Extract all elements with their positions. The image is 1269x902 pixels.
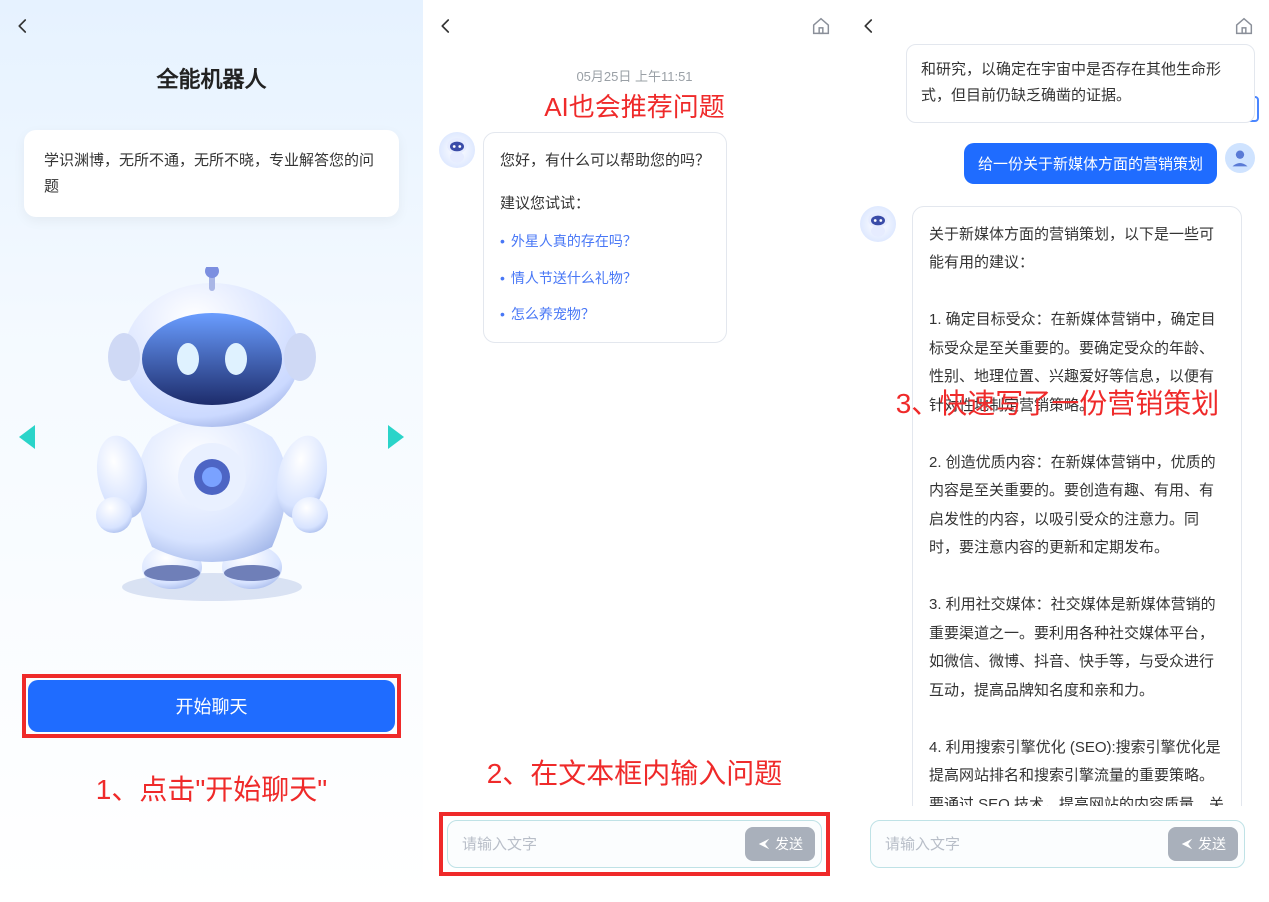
bot-bubble: 您好，有什么可以帮助您的吗？ 建议您试试： 外星人真的存在吗？ 情人节送什么礼物… [483, 132, 727, 343]
input-bar: 发送 [447, 820, 822, 868]
input-bar: 发送 [870, 820, 1245, 868]
input-highlight: 发送 [439, 812, 830, 876]
start-chat-button[interactable]: 开始聊天 [28, 680, 395, 732]
chat-scroll-area[interactable]: 和研究，以确定在宇宙中是否存在其他生命形式，但目前仍缺乏确凿的证据。 给一份关于… [846, 44, 1269, 806]
suggestion-item[interactable]: 怎么养宠物？ [500, 301, 710, 328]
home-icon[interactable] [810, 15, 832, 42]
back-icon[interactable] [860, 14, 878, 42]
caption-step-3: 3、快速写了一份营销策划 [846, 382, 1269, 422]
user-message-row: 给一份关于新媒体方面的营销策划 [860, 143, 1255, 184]
user-bubble: 给一份关于新媒体方面的营销策划 [964, 143, 1217, 184]
message-input[interactable] [885, 836, 1168, 853]
bot-avatar-icon [860, 206, 896, 242]
message-input[interactable] [462, 836, 745, 853]
suggestion-item[interactable]: 外星人真的存在吗？ [500, 228, 710, 255]
caption-step-2: 2、在文本框内输入问题 [423, 752, 846, 792]
back-icon[interactable] [437, 14, 455, 42]
timestamp: 05月25日 上午11:51 [423, 66, 846, 85]
panel-intro: 全能机器人 学识渊博，无所不通，无所不晓，专业解答您的问题 [0, 0, 423, 902]
header [0, 0, 423, 56]
input-area: 发送 [862, 812, 1253, 876]
greeting-text: 您好，有什么可以帮助您的吗？ [500, 147, 710, 176]
panel-chat-empty: 05月25日 上午11:51 AI也会推荐问题 您好，有什么可以帮助您的吗？ 建… [423, 0, 846, 902]
robot-icon [62, 267, 362, 607]
suggestion-item[interactable]: 情人节送什么礼物？ [500, 265, 710, 292]
send-icon [1180, 837, 1194, 851]
back-icon[interactable] [14, 14, 32, 42]
send-button[interactable]: 发送 [1168, 827, 1238, 861]
bot-message-row: 您好，有什么可以帮助您的吗？ 建议您试试： 外星人真的存在吗？ 情人节送什么礼物… [439, 132, 830, 343]
home-icon[interactable] [1233, 15, 1255, 42]
bot-bubble-prev: 和研究，以确定在宇宙中是否存在其他生命形式，但目前仍缺乏确凿的证据。 [906, 44, 1255, 123]
carousel-next[interactable] [383, 424, 409, 450]
suggestion-list: 外星人真的存在吗？ 情人节送什么礼物？ 怎么养宠物？ [500, 228, 710, 328]
caption-suggestions: AI也会推荐问题 [423, 87, 846, 124]
bot-message-row: 关于新媒体方面的营销策划，以下是一些可能有用的建议： 1. 确定目标受众：在新媒… [860, 206, 1255, 807]
page-title: 全能机器人 [0, 62, 423, 94]
bot-bubble-answer: 关于新媒体方面的营销策划，以下是一些可能有用的建议： 1. 确定目标受众：在新媒… [912, 206, 1242, 807]
send-icon [757, 837, 771, 851]
suggest-header: 建议您试试： [500, 190, 710, 219]
carousel-prev[interactable] [14, 424, 40, 450]
robot-illustration [0, 257, 423, 617]
header [423, 0, 846, 56]
send-button[interactable]: 发送 [745, 827, 815, 861]
user-avatar-icon [1225, 143, 1255, 173]
bot-avatar-icon [439, 132, 475, 168]
panel-chat-answer: 和研究，以确定在宇宙中是否存在其他生命形式，但目前仍缺乏确凿的证据。 给一份关于… [846, 0, 1269, 902]
caption-step-1: 1、点击"开始聊天" [0, 768, 423, 808]
start-button-highlight: 开始聊天 [22, 674, 401, 738]
intro-card: 学识渊博，无所不通，无所不晓，专业解答您的问题 [24, 130, 399, 217]
